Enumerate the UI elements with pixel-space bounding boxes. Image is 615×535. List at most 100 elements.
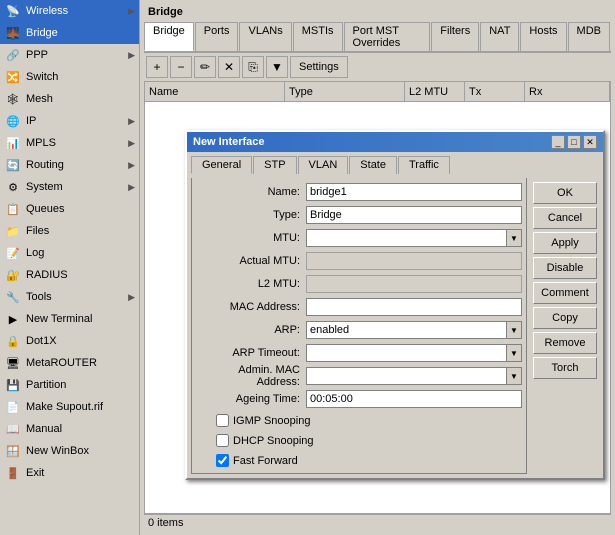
tab-filters[interactable]: Filters (431, 22, 479, 51)
dialog-minimize-button[interactable]: _ (551, 135, 565, 149)
torch-button[interactable]: Torch (533, 357, 597, 379)
igmp-snooping-checkbox[interactable] (216, 414, 229, 427)
tab-vlans[interactable]: VLANs (239, 22, 291, 51)
sidebar-arrow: ▶ (128, 50, 135, 61)
dot1x-icon: 🔒 (4, 332, 22, 350)
filter-button[interactable]: ▼ (266, 56, 288, 78)
comment-button[interactable]: Comment (533, 282, 597, 304)
sidebar-arrow: ▶ (128, 160, 135, 171)
dialog-controls: _ □ ✕ (551, 135, 597, 149)
sidebar-item-label: Queues (26, 203, 65, 215)
tab-hosts[interactable]: Hosts (520, 22, 566, 51)
arp-dropdown-arrow[interactable]: ▼ (506, 321, 522, 339)
sidebar-item-label: Files (26, 225, 49, 237)
remove-button[interactable]: − (170, 56, 192, 78)
sidebar-item-label: Tools (26, 291, 52, 303)
tab-bridge[interactable]: Bridge (144, 22, 194, 51)
sidebar-item-supout[interactable]: 📄 Make Supout.rif (0, 396, 139, 418)
sidebar-item-wireless[interactable]: 📡 Wireless ▶ (0, 0, 139, 22)
main-tab-bar: Bridge Ports VLANs MSTIs Port MST Overri… (144, 20, 611, 53)
mac-input[interactable] (306, 298, 522, 316)
col-rx: Rx (525, 82, 610, 101)
sidebar-item-system[interactable]: ⚙ System ▶ (0, 176, 139, 198)
name-input[interactable] (306, 183, 522, 201)
arp-timeout-dropdown-arrow[interactable]: ▼ (506, 344, 522, 362)
copy-btn[interactable]: Copy (533, 307, 597, 329)
mtu-input[interactable] (306, 229, 522, 247)
tab-ports[interactable]: Ports (195, 22, 239, 51)
disable-button[interactable]: ✕ (218, 56, 240, 78)
dialog-maximize-button[interactable]: □ (567, 135, 581, 149)
status-bar: 0 items (144, 514, 611, 531)
sidebar-item-routing[interactable]: 🔄 Routing ▶ (0, 154, 139, 176)
mtu-dropdown-arrow[interactable]: ▼ (506, 229, 522, 247)
admin-mac-input[interactable] (306, 367, 522, 385)
sidebar-item-partition[interactable]: 💾 Partition (0, 374, 139, 396)
arp-label: ARP: (196, 324, 306, 336)
form-row-mtu: MTU: ▼ (196, 228, 522, 248)
edit-button[interactable]: ✏ (194, 56, 216, 78)
dialog-tab-traffic[interactable]: Traffic (398, 156, 450, 174)
dialog-tab-stp[interactable]: STP (253, 156, 296, 174)
sidebar-item-metarouter[interactable]: 🖥 MetaROUTER (0, 352, 139, 374)
mtu-label: MTU: (196, 232, 306, 244)
copy-button[interactable]: ⎘ (242, 56, 264, 78)
cancel-button[interactable]: Cancel (533, 207, 597, 229)
sidebar-item-label: Mesh (26, 93, 53, 105)
sidebar-item-exit[interactable]: 🚪 Exit (0, 462, 139, 484)
dhcp-snooping-checkbox[interactable] (216, 434, 229, 447)
settings-button[interactable]: Settings (290, 56, 348, 78)
sidebar-arrow: ▶ (128, 6, 135, 17)
sidebar-item-queues[interactable]: 📋 Queues (0, 198, 139, 220)
fast-forward-checkbox[interactable] (216, 454, 229, 467)
sidebar-item-log[interactable]: 📝 Log (0, 242, 139, 264)
sidebar-item-terminal[interactable]: ▶ New Terminal (0, 308, 139, 330)
form-row-admin-mac: Admin. MAC Address: ▼ (196, 366, 522, 386)
dhcp-snooping-label: DHCP Snooping (233, 435, 314, 447)
sidebar-item-ip[interactable]: 🌐 IP ▶ (0, 110, 139, 132)
dialog-tab-vlan[interactable]: VLAN (298, 156, 349, 174)
action-buttons: OK Cancel Apply Disable Comment Copy Rem… (531, 178, 599, 474)
type-input[interactable] (306, 206, 522, 224)
sidebar-item-radius[interactable]: 🔐 RADIUS (0, 264, 139, 286)
remove-btn[interactable]: Remove (533, 332, 597, 354)
sidebar-item-files[interactable]: 📁 Files (0, 220, 139, 242)
l2mtu-label: L2 MTU: (196, 278, 306, 290)
sidebar-item-label: Switch (26, 71, 58, 83)
manual-icon: 📖 (4, 420, 22, 438)
sidebar-item-manual[interactable]: 📖 Manual (0, 418, 139, 440)
sidebar-item-mesh[interactable]: 🕸 Mesh (0, 88, 139, 110)
system-icon: ⚙ (4, 178, 22, 196)
sidebar-item-bridge[interactable]: 🌉 Bridge (0, 22, 139, 44)
dialog-tab-state[interactable]: State (349, 156, 397, 174)
l2mtu-input[interactable] (306, 275, 522, 293)
tab-port-mst[interactable]: Port MST Overrides (344, 22, 431, 51)
sidebar-item-dot1x[interactable]: 🔒 Dot1X (0, 330, 139, 352)
ageing-time-input[interactable] (306, 390, 522, 408)
sidebar-item-mpls[interactable]: 📊 MPLS ▶ (0, 132, 139, 154)
arp-timeout-label: ARP Timeout: (196, 347, 306, 359)
wireless-icon: 📡 (4, 2, 22, 20)
admin-mac-dropdown-arrow[interactable]: ▼ (506, 367, 522, 385)
tab-nat[interactable]: NAT (480, 22, 519, 51)
toolbar: + − ✏ ✕ ⎘ ▼ Settings (144, 53, 611, 81)
dhcp-snooping-row: DHCP Snooping (196, 432, 522, 449)
apply-button[interactable]: Apply (533, 232, 597, 254)
arp-timeout-input[interactable] (306, 344, 522, 362)
mpls-icon: 📊 (4, 134, 22, 152)
ok-button[interactable]: OK (533, 182, 597, 204)
disable-btn[interactable]: Disable (533, 257, 597, 279)
sidebar-item-switch[interactable]: 🔀 Switch (0, 66, 139, 88)
tab-mstis[interactable]: MSTIs (293, 22, 343, 51)
sidebar-item-winbox[interactable]: 🪟 New WinBox (0, 440, 139, 462)
form-row-ageing: Ageing Time: (196, 389, 522, 409)
dialog-tab-general[interactable]: General (191, 156, 252, 174)
tab-mdb[interactable]: MDB (568, 22, 610, 51)
sidebar-item-tools[interactable]: 🔧 Tools ▶ (0, 286, 139, 308)
arp-input[interactable] (306, 321, 522, 339)
actual-mtu-input[interactable] (306, 252, 522, 270)
sidebar-item-label: PPP (26, 49, 48, 61)
dialog-close-button[interactable]: ✕ (583, 135, 597, 149)
sidebar-item-ppp[interactable]: 🔗 PPP ▶ (0, 44, 139, 66)
add-button[interactable]: + (146, 56, 168, 78)
